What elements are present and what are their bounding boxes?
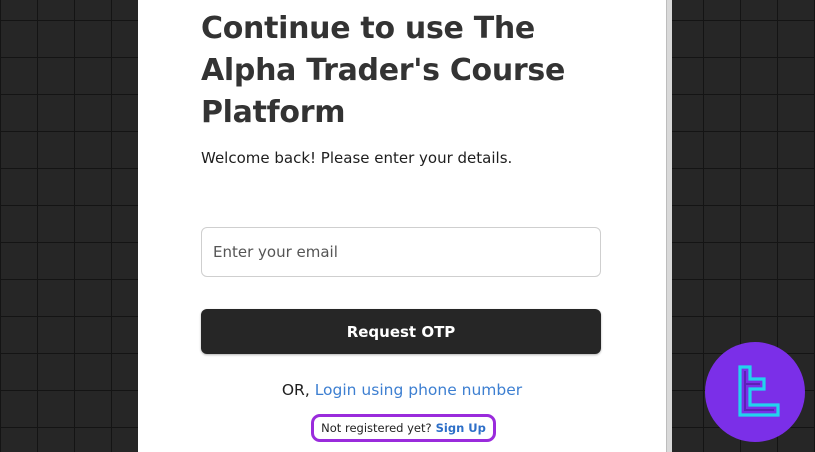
tradingfinder-logo-icon xyxy=(705,342,805,442)
email-input[interactable] xyxy=(202,228,600,276)
page-title: Continue to use The Alpha Trader's Cours… xyxy=(201,11,566,130)
signup-prompt: Not registered yet? Sign Up xyxy=(311,414,496,442)
signup-link[interactable]: Sign Up xyxy=(436,421,486,435)
email-field[interactable] xyxy=(201,227,601,277)
phone-login-link[interactable]: Login using phone number xyxy=(315,381,522,399)
alternate-login: OR, Login using phone number xyxy=(138,379,666,401)
welcome-subtitle: Welcome back! Please enter your details. xyxy=(201,149,513,167)
scrollbar-track[interactable] xyxy=(666,0,672,452)
request-otp-button[interactable]: Request OTP xyxy=(201,309,601,354)
or-label: OR, xyxy=(281,381,310,399)
not-registered-label: Not registered yet? xyxy=(321,421,432,435)
login-card: Continue to use The Alpha Trader's Cours… xyxy=(138,0,666,452)
